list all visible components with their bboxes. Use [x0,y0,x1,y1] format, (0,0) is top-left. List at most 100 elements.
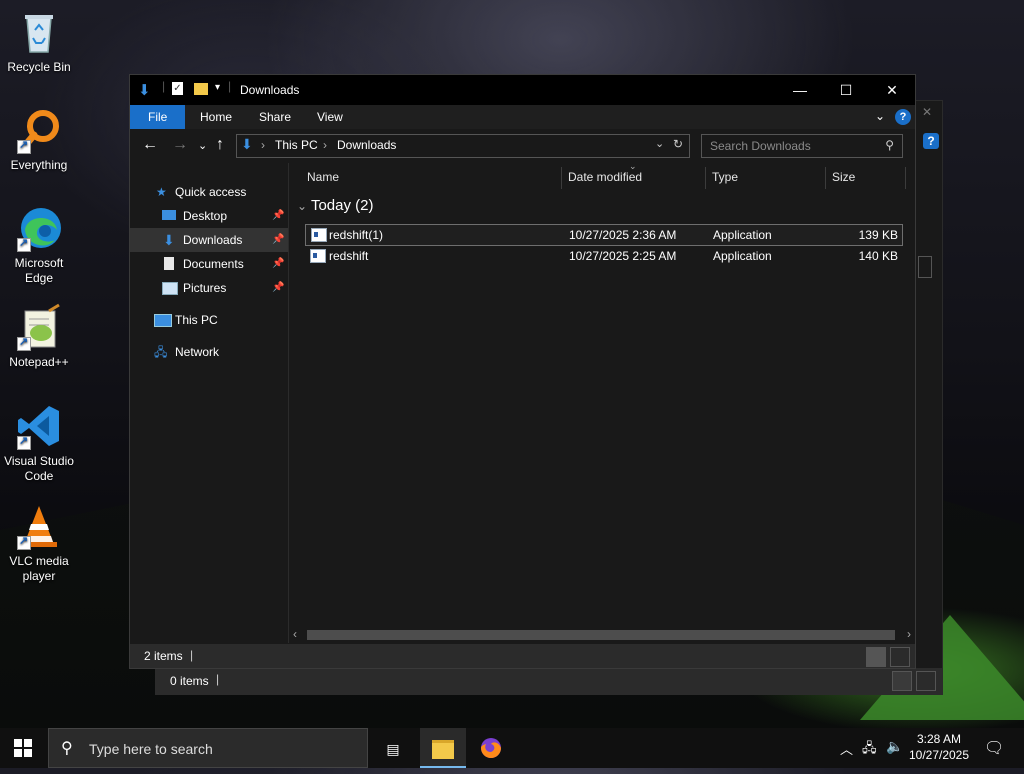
tab-view[interactable]: View [303,105,357,129]
desktop-icon-label: Notepad++ [9,355,69,369]
column-divider[interactable] [561,167,562,189]
windows-logo-icon [14,739,32,757]
file-type: Application [713,228,772,242]
group-label: Today (2) [310,197,374,214]
minimize-button[interactable]: — [777,75,823,105]
close-button[interactable]: ✕ [869,75,915,105]
status-divider: | [190,648,194,662]
breadcrumb-downloads[interactable]: Downloads [337,138,396,152]
status-item-count: 0 items [170,674,209,688]
table-row[interactable]: redshift(1) 10/27/2025 2:36 AM Applicati… [305,224,903,246]
start-button[interactable] [0,728,46,768]
sidebar-item-this-pc[interactable]: This PC [130,308,288,332]
search-icon: ⚲ [61,740,73,757]
sidebar-item-label: Downloads [183,233,243,247]
scroll-right-icon[interactable]: › [907,627,911,641]
customize-toolbar-icon[interactable]: ▾ [215,82,220,93]
breadcrumb-this-pc[interactable]: This PC [275,138,318,152]
application-icon [310,249,326,263]
sidebar-item-label: This PC [175,313,218,327]
sidebar-item-label: Network [175,345,220,359]
forward-arrow-icon[interactable]: → [172,136,188,154]
ribbon-tabs: File Home Share View ⌄ ? [130,105,915,129]
column-divider[interactable] [825,167,826,189]
download-arrow-icon: ⬇ [163,232,175,248]
back-arrow-icon[interactable]: ← [142,136,158,154]
desktop-icon-vlc[interactable]: VLC media player [2,502,76,584]
table-row[interactable]: redshift 10/27/2025 2:25 AM Application … [305,246,901,266]
horizontal-scrollbar[interactable]: ‹ › [289,627,915,643]
desktop-icon-edge[interactable]: Microsoft Edge [2,204,76,286]
separator: | [228,79,232,93]
status-item-count: 2 items [144,649,183,663]
vscode-icon [15,402,63,450]
column-header-type[interactable]: Type [712,163,738,191]
close-icon[interactable]: ✕ [922,105,938,121]
large-icons-view-button[interactable] [916,671,936,691]
chevron-down-icon[interactable]: ⌄ [655,137,664,150]
taskbar-search-box[interactable]: ⚲ Type here to search [48,728,368,768]
details-view-button[interactable] [892,671,912,691]
scrollbar-thumb[interactable] [307,630,895,640]
pin-icon[interactable]: 📌 [272,228,284,252]
recycle-bin-icon [15,8,63,56]
expand-ribbon-icon[interactable]: ⌄ [875,109,885,123]
column-header-date-modified[interactable]: Date modified [568,163,642,191]
desktop-icon-everything[interactable]: Everything [2,106,76,173]
tab-share[interactable]: Share [245,105,305,129]
column-header-size[interactable]: Size [832,163,855,191]
pin-icon[interactable]: 📌 [272,252,284,276]
sidebar-item-pictures[interactable]: Pictures 📌 [130,276,288,300]
volume-muted-icon[interactable]: 🔈 [886,738,903,755]
column-divider[interactable] [705,167,706,189]
file-size: 139 KB [858,228,898,242]
column-header-name[interactable]: Name [307,163,339,191]
address-bar[interactable]: ⬇ › This PC › Downloads ⌄ ↻ [236,134,690,158]
refresh-icon[interactable]: ↻ [673,137,683,151]
search-box-edge [918,256,932,278]
shortcut-arrow-icon [17,335,31,351]
new-folder-icon[interactable] [194,83,208,95]
taskbar-firefox[interactable] [468,728,514,768]
explorer-window[interactable]: ⬇ | ✓ ▾ | Downloads — ☐ ✕ File Home Shar… [129,74,916,669]
taskbar-file-explorer[interactable] [420,728,466,768]
sidebar-item-network[interactable]: 🖧 Network [130,340,288,364]
column-divider[interactable] [905,167,906,189]
status-bar: 0 items | [156,668,942,694]
recent-locations-icon[interactable]: ⌄ [198,139,207,152]
chevron-right-icon: › [323,138,327,152]
help-icon[interactable]: ? [895,109,911,125]
network-icon[interactable]: 🖧 [862,739,877,761]
sidebar-item-label: Documents [183,257,244,271]
sidebar-item-desktop[interactable]: Desktop 📌 [130,204,288,228]
title-bar[interactable]: ⬇ | ✓ ▾ | Downloads — ☐ ✕ [130,75,915,105]
clock[interactable]: 3:28 AM 10/27/2025 [906,731,972,763]
file-date: 10/27/2025 2:25 AM [569,249,677,263]
tab-file[interactable]: File [130,105,186,129]
download-arrow-icon: ⬇ [138,82,151,99]
search-input[interactable]: Search Downloads ⚲ [701,134,903,158]
properties-icon[interactable]: ✓ [172,82,183,95]
scroll-left-icon[interactable]: ‹ [293,627,297,641]
desktop-icon-notepadpp[interactable]: Notepad++ [2,303,76,370]
help-icon[interactable]: ? [923,133,939,149]
sidebar-item-downloads[interactable]: ⬇ Downloads 📌 [130,228,288,252]
up-arrow-icon[interactable]: ↑ [216,136,224,154]
sidebar-item-documents[interactable]: Documents 📌 [130,252,288,276]
desktop-icon-label: VLC media player [9,554,69,583]
status-bar: 2 items | [130,644,915,668]
pin-icon[interactable]: 📌 [272,204,284,228]
desktop-icon-recycle-bin[interactable]: Recycle Bin [2,8,76,75]
pin-icon[interactable]: 📌 [272,276,284,300]
sidebar-item-quick-access[interactable]: ★ Quick access [130,180,288,204]
group-header[interactable]: ⌄ Today (2) [297,197,374,214]
notifications-icon[interactable]: 🗨 [984,738,1004,758]
details-view-button[interactable] [866,647,886,667]
task-view-button[interactable]: ▤ [370,728,416,768]
maximize-button[interactable]: ☐ [823,75,869,105]
search-placeholder: Search Downloads [710,139,811,153]
tab-home[interactable]: Home [186,105,246,129]
desktop-icon-vscode[interactable]: Visual Studio Code [2,402,76,484]
large-icons-view-button[interactable] [890,647,910,667]
show-hidden-icons-chevron[interactable]: ︿ [840,739,853,758]
